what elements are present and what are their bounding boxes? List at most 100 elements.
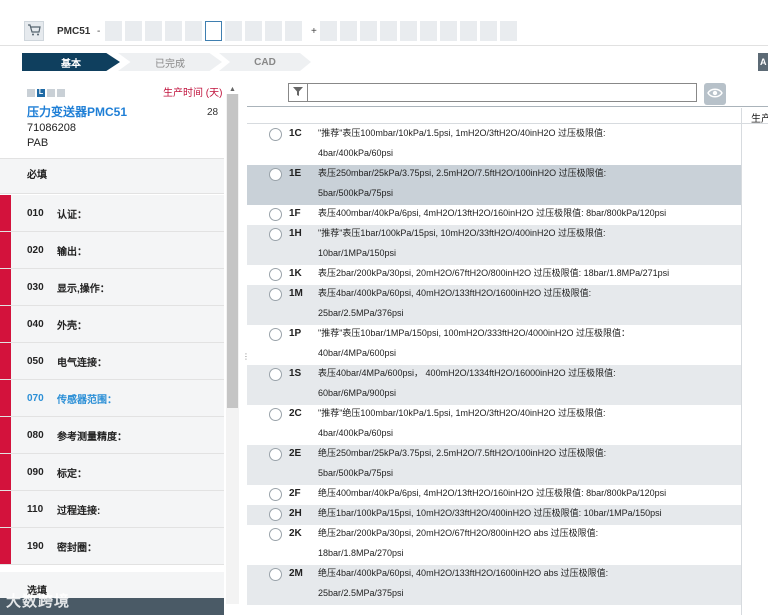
nav-item-020[interactable]: 020 输出： [0, 232, 224, 269]
option-code: 2E [289, 448, 302, 459]
option-row-2K[interactable]: 2K 绝压2bar/200kPa/30psi, 20mH2O/67ftH2O/80… [247, 525, 741, 565]
order-code-slot[interactable] [480, 21, 497, 41]
option-row-1C[interactable]: 1C "推荐"表压100mbar/10kPa/1.5psi, 1mH2O/3ftH… [247, 125, 741, 165]
nav-item-number: 190 [27, 540, 44, 552]
nav-item-080[interactable]: 080 参考测量精度： [0, 417, 224, 454]
nav-item-030[interactable]: 030 显示,操作： [0, 269, 224, 306]
option-radio[interactable] [269, 208, 282, 221]
nav-item-040[interactable]: 040 外壳： [0, 306, 224, 343]
order-id: 71086208 [27, 122, 76, 134]
order-code-slot[interactable] [340, 21, 357, 41]
option-radio[interactable] [269, 128, 282, 141]
option-radio[interactable] [269, 508, 282, 521]
order-code-slot[interactable] [265, 21, 282, 41]
order-code-slot[interactable] [360, 21, 377, 41]
required-indicator [0, 343, 11, 379]
tab-cad[interactable]: CAD [219, 53, 311, 71]
option-description: 25bar/2.5MPa/375psi [318, 588, 404, 598]
section-required: 必填 [0, 158, 224, 194]
nav-item-label: 输出： [57, 246, 87, 258]
filter-input[interactable] [307, 83, 697, 102]
tab-completed[interactable]: 已完成 [118, 53, 222, 71]
order-code-slot[interactable] [165, 21, 182, 41]
nav-item-number: 080 [27, 429, 44, 441]
order-code-slot[interactable] [320, 21, 337, 41]
option-row-2C[interactable]: 2C "推荐"绝压100mbar/10kPa/1.5psi, 1mH2O/3ftH… [247, 405, 741, 445]
order-code-slot[interactable] [440, 21, 457, 41]
option-row-1E[interactable]: 1E 表压250mbar/25kPa/3.75psi, 2.5mH2O/7.5ft… [247, 165, 741, 205]
order-code-slot[interactable] [125, 21, 142, 41]
option-radio[interactable] [269, 408, 282, 421]
option-code: 2M [289, 568, 303, 579]
option-description: 18bar/1.8MPa/270psi [318, 548, 404, 558]
option-radio[interactable] [269, 368, 282, 381]
required-indicator [0, 269, 11, 305]
nav-item-label: 电气连接： [57, 357, 107, 369]
column-divider [741, 108, 742, 615]
option-row-1K[interactable]: 1K 表压2bar/200kPa/30psi, 20mH2O/67ftH2O/80… [247, 265, 741, 285]
option-description: 40bar/4MPa/600psi [318, 348, 397, 358]
nav-item-label: 标定： [57, 468, 87, 480]
option-row-1F[interactable]: 1F 表压400mbar/40kPa/6psi, 4mH2O/13ftH2O/16… [247, 205, 741, 225]
option-row-2M[interactable]: 2M 绝压4bar/400kPa/60psi, 40mH2O/133ftH2O/1… [247, 565, 741, 605]
production-time-value: 28 [207, 107, 219, 118]
options-panel: 生产 1C "推荐"表压100mbar/10kPa/1.5psi, 1mH2O/3… [247, 80, 768, 615]
nav-item-110[interactable]: 110 过程连接: [0, 491, 224, 528]
order-code-slot[interactable] [460, 21, 477, 41]
right-action-button[interactable]: A [758, 53, 768, 71]
option-row-2F[interactable]: 2F 绝压400mbar/40kPa/6psi, 4mH2O/13ftH2O/16… [247, 485, 741, 505]
cart-icon [27, 23, 41, 39]
left-panel: L 生产时间 (天) 压力变送器PMC51 28 71086208 PAB ▲ … [0, 80, 241, 615]
option-description: 绝压2bar/200kPa/30psi, 20mH2O/67ftH2O/800i… [318, 528, 599, 538]
order-code-slot[interactable] [420, 21, 437, 41]
product-title[interactable]: 压力变送器PMC51 [27, 103, 127, 120]
scroll-up-arrow-icon[interactable]: ▲ [229, 86, 237, 94]
option-radio[interactable] [269, 528, 282, 541]
order-code-slot[interactable] [380, 21, 397, 41]
order-code-slot[interactable] [245, 21, 262, 41]
option-radio[interactable] [269, 488, 282, 501]
nav-item-090[interactable]: 090 标定： [0, 454, 224, 491]
order-code-slot-active[interactable] [205, 21, 222, 41]
order-code-slot[interactable] [285, 21, 302, 41]
option-row-1S[interactable]: 1S 表压40bar/4MPa/600psi， 400mH2O/1334ftH2O… [247, 365, 741, 405]
nav-item-010[interactable]: 010 认证： [0, 195, 224, 232]
option-radio[interactable] [269, 228, 282, 241]
order-code-slot[interactable] [225, 21, 242, 41]
option-code: 2K [289, 528, 302, 539]
order-code-slot[interactable] [500, 21, 517, 41]
visibility-toggle-button[interactable] [704, 83, 726, 105]
tab-basic[interactable]: 基本 [22, 53, 120, 71]
option-row-1H[interactable]: 1H "推荐"表压1bar/100kPa/15psi, 10mH2O/33ftH2… [247, 225, 741, 265]
option-description: 5bar/500kPa/75psi [318, 468, 394, 478]
option-radio[interactable] [269, 328, 282, 341]
scrollbar-thumb[interactable] [227, 94, 238, 408]
option-row-2E[interactable]: 2E 绝压250mbar/25kPa/3.75psi, 2.5mH2O/7.5ft… [247, 445, 741, 485]
option-description: 10bar/1MPa/150psi [318, 248, 397, 258]
option-code: 2C [289, 408, 302, 419]
nav-item-number: 050 [27, 355, 44, 367]
option-radio[interactable] [269, 448, 282, 461]
option-row-2H[interactable]: 2H 绝压1bar/100kPa/15psi, 10mH2O/33ftH2O/40… [247, 505, 741, 525]
option-description: 5bar/500kPa/75psi [318, 188, 394, 198]
option-radio[interactable] [269, 288, 282, 301]
option-row-1M[interactable]: 1M 表压4bar/400kPa/60psi, 40mH2O/133ftH2O/1… [247, 285, 741, 325]
filter-button[interactable] [288, 83, 308, 102]
option-radio[interactable] [269, 268, 282, 281]
order-code-slot[interactable] [400, 21, 417, 41]
table-header: 生产 [247, 106, 768, 125]
option-radio[interactable] [269, 168, 282, 181]
nav-item-070[interactable]: 070 传感器范围： [0, 380, 224, 417]
nav-item-050[interactable]: 050 电气连接： [0, 343, 224, 380]
eye-icon [707, 87, 723, 102]
order-code-slot[interactable] [185, 21, 202, 41]
cart-button[interactable] [24, 21, 44, 41]
option-radio[interactable] [269, 568, 282, 581]
product-status-icons: L [27, 89, 65, 97]
nav-item-190[interactable]: 190 密封圈： [0, 528, 224, 565]
option-description: 表压40bar/4MPa/600psi， 400mH2O/1334ftH2O/1… [318, 368, 616, 378]
order-code-slot[interactable] [145, 21, 162, 41]
option-code: 2H [289, 508, 302, 519]
order-code-slot[interactable] [105, 21, 122, 41]
option-row-1P[interactable]: 1P "推荐"表压10bar/1MPa/150psi, 100mH2O/333ft… [247, 325, 741, 365]
